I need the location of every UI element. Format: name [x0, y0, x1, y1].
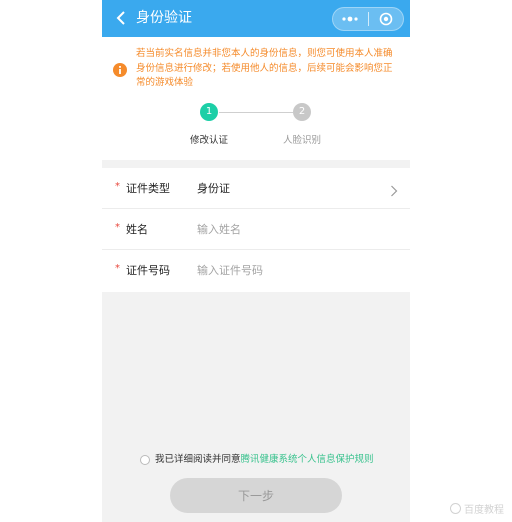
- required-mark: *: [115, 263, 120, 274]
- step-2-circle: 2: [293, 103, 311, 121]
- chevron-left-icon[interactable]: [112, 9, 130, 27]
- step-connector: [219, 112, 293, 113]
- page-title: 身份验证: [136, 10, 192, 26]
- info-icon: [113, 62, 127, 77]
- required-mark: *: [115, 222, 120, 233]
- agreement-text: 我已详细阅读并同意: [155, 454, 241, 465]
- chevron-right-icon: [390, 182, 400, 197]
- next-step-button[interactable]: 下一步: [170, 478, 342, 513]
- nav-bar: 身份验证: [102, 0, 410, 37]
- target-circle-icon[interactable]: [368, 8, 403, 30]
- id-number-input[interactable]: [195, 261, 389, 280]
- watermark-logo-icon: [450, 502, 461, 514]
- form-row-id-type[interactable]: * 证件类型 身份证: [102, 168, 410, 209]
- step-indicator: 1 2 修改认证 人脸识别: [102, 103, 410, 153]
- phone-screen: 身份验证 若当前实名信息并非您本人的身份信息，则您可使用本人准确身份信息进行修改…: [102, 0, 410, 522]
- step-1-circle: 1: [200, 103, 218, 121]
- notice-card: 若当前实名信息并非您本人的身份信息，则您可使用本人准确身份信息进行修改；若使用他…: [102, 37, 410, 160]
- identity-form: * 证件类型 身份证 * 姓名 * 证件号码: [102, 168, 410, 292]
- required-mark: *: [115, 181, 120, 192]
- id-type-value: 身份证: [197, 182, 230, 195]
- privacy-policy-link[interactable]: 腾讯健康系统个人信息保护规则: [241, 453, 374, 467]
- name-input[interactable]: [195, 220, 389, 239]
- id-number-label: 证件号码: [126, 264, 170, 277]
- notice-text: 若当前实名信息并非您本人的身份信息，则您可使用本人准确身份信息进行修改；若使用他…: [136, 48, 393, 88]
- watermark-text: 百度教程: [464, 504, 504, 516]
- id-type-label: 证件类型: [126, 182, 170, 195]
- mini-program-capsule: [332, 7, 404, 31]
- watermark: 百度教程: [450, 501, 504, 516]
- form-row-id-number: * 证件号码: [102, 250, 410, 291]
- form-row-name: * 姓名: [102, 209, 410, 250]
- agreement-row: 我已详细阅读并同意 腾讯健康系统个人信息保护规则: [140, 453, 374, 467]
- step-2-label: 人脸识别: [282, 135, 321, 146]
- more-dots-icon[interactable]: [333, 8, 368, 30]
- step-1-label: 修改认证: [189, 135, 228, 146]
- name-label: 姓名: [126, 223, 148, 236]
- agreement-checkbox[interactable]: [140, 455, 150, 465]
